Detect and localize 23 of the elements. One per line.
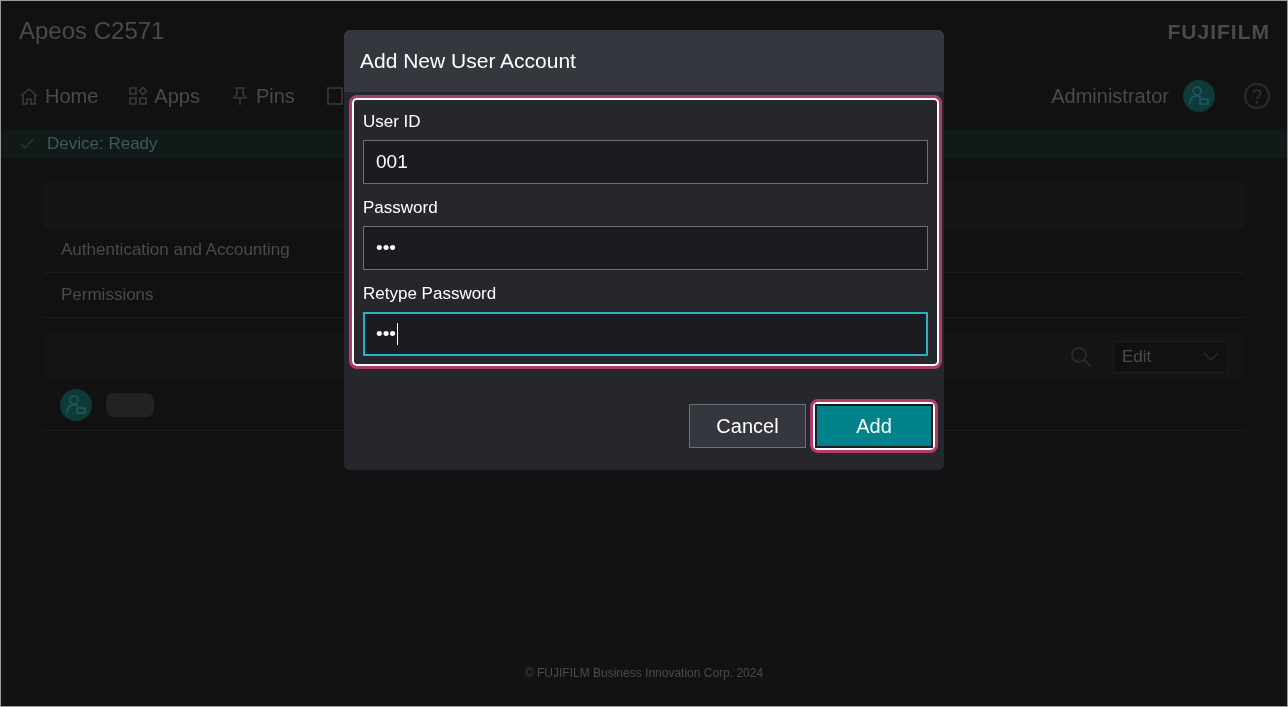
input-field[interactable]: 001: [363, 140, 928, 184]
home-icon: [19, 86, 39, 106]
app-title: Apeos C2571: [19, 17, 165, 45]
apps-icon: [128, 86, 149, 106]
search-icon[interactable]: [1069, 345, 1093, 369]
brand-logo: FUJIFILM: [1167, 20, 1270, 44]
document-icon: [324, 86, 345, 106]
user-avatar-icon: [60, 389, 92, 421]
help-icon[interactable]: [1243, 82, 1271, 110]
copyright-text: © FUJIFILM Business Innovation Corp. 2024: [524, 666, 764, 680]
field-label: User ID: [363, 112, 422, 132]
user-name: Administrator: [1051, 84, 1169, 108]
status-text: Device: Ready: [47, 133, 158, 154]
input-field[interactable]: •••: [363, 312, 928, 356]
field-label: Password: [363, 198, 439, 218]
cancel-button[interactable]: Cancel: [689, 404, 806, 448]
add-button[interactable]: Add: [815, 404, 933, 448]
chevron-down-icon: [1203, 352, 1219, 362]
field-label: Retype Password: [363, 284, 498, 304]
input-field[interactable]: •••: [363, 226, 928, 270]
user-avatar-icon[interactable]: [1183, 80, 1215, 112]
nav-tab[interactable]: [324, 84, 345, 108]
dialog-title: Add New User Account: [344, 30, 944, 92]
